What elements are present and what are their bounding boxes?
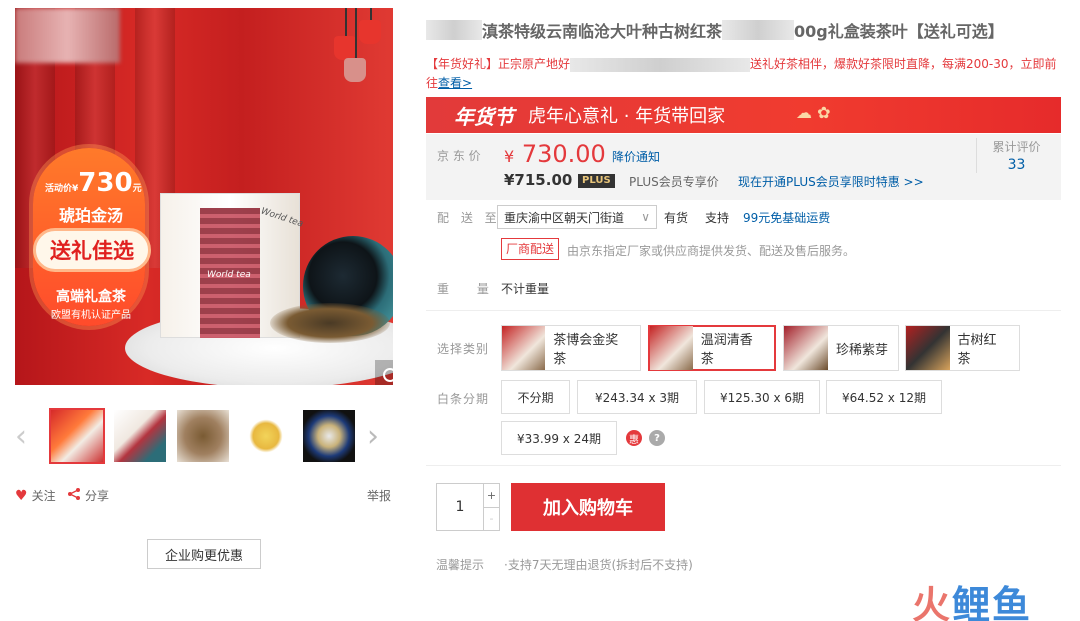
- share-label: 分享: [85, 489, 110, 503]
- main-product-image[interactable]: 活动价¥730元 琥珀金汤 送礼佳选 高端礼盒茶 欧盟有机认证产品 World …: [15, 8, 393, 385]
- blurred-text: [722, 20, 795, 40]
- installment-label: 白条分期: [437, 392, 490, 406]
- variant-thumbnail: [650, 326, 693, 370]
- installment-option[interactable]: 不分期: [501, 380, 570, 414]
- enterprise-purchase-button[interactable]: 企业购更优惠: [147, 539, 261, 569]
- badge-certification: 欧盟有机认证产品: [51, 310, 131, 321]
- variant-thumbnail: [906, 326, 950, 370]
- variant-thumbnail: [784, 326, 828, 370]
- blurred-brand: [426, 20, 482, 40]
- weight-label: 重 量: [437, 282, 501, 296]
- promo-view-link[interactable]: 查看>: [438, 76, 472, 90]
- review-count-box[interactable]: 累计评价 33: [976, 138, 1056, 173]
- heart-icon: ♥: [15, 487, 28, 504]
- tips-text: ·支持7天无理由退货(拆封后不支持): [504, 558, 693, 572]
- discount-icon: 惠: [626, 430, 642, 446]
- price-notice-link[interactable]: 降价通知: [612, 148, 660, 165]
- promo-start: 【年货好礼】正宗原产地好: [426, 57, 571, 71]
- help-icon[interactable]: ?: [649, 430, 665, 446]
- follow-label: 关注: [31, 489, 56, 503]
- free-shipping-link[interactable]: 99元免基础运费: [743, 209, 830, 226]
- badge-price: 活动价¥730元: [45, 168, 142, 198]
- tips-label: 温馨提示: [436, 558, 485, 572]
- support-label: 支持: [705, 211, 730, 225]
- report-link[interactable]: 举报: [367, 487, 391, 504]
- title-text-end: 00g礼盒装茶叶【送礼可选】: [794, 22, 1004, 41]
- lamp-cord: [355, 8, 357, 60]
- cloud-icon: ☁ ✿: [796, 103, 831, 122]
- chevron-right-icon[interactable]: ›: [367, 422, 379, 452]
- share-button[interactable]: 分享: [67, 487, 109, 504]
- weight-value: 不计重量: [501, 282, 550, 296]
- follow-button[interactable]: ♥ 关注: [15, 487, 56, 504]
- chevron-down-icon: ∨: [641, 210, 650, 224]
- banner-logo: 年货节: [454, 104, 514, 129]
- installment-option[interactable]: ¥33.99 x 24期: [501, 421, 617, 455]
- divider: [426, 465, 1061, 466]
- installment-option[interactable]: ¥64.52 x 12期: [826, 380, 942, 414]
- blurred-logo: [15, 8, 120, 63]
- variant-option-selected[interactable]: 温润清香茶: [648, 325, 776, 371]
- variant-option[interactable]: 古树红茶: [905, 325, 1020, 371]
- title-text-middle: 滇茶特级云南临沧大叶种古树红茶: [482, 22, 723, 41]
- review-count: 33: [1007, 157, 1026, 173]
- share-icon: [67, 487, 81, 504]
- quantity-stepper: + -: [436, 483, 500, 531]
- thumbnail[interactable]: [175, 408, 231, 464]
- plus-member-price-label: PLUS会员专享价: [629, 175, 719, 189]
- product-title: 滇茶特级云南临沧大叶种古树红茶 00g礼盒装茶叶【送礼可选】: [426, 18, 1004, 42]
- review-label: 累计评价: [992, 140, 1041, 154]
- product-page: 活动价¥730元 琥珀金汤 送礼佳选 高端礼盒茶 欧盟有机认证产品 World …: [0, 0, 1080, 621]
- badge-subtitle: 高端礼盒茶: [56, 289, 126, 305]
- vendor-delivery-badge: 厂商配送: [501, 238, 560, 260]
- watermark-logo: 火鲤鱼: [912, 583, 1033, 621]
- add-to-cart-button[interactable]: 加入购物车: [511, 483, 665, 531]
- thumbnail[interactable]: [49, 408, 105, 464]
- quantity-decrease-button[interactable]: -: [484, 506, 499, 531]
- tea-leaves: [270, 303, 390, 343]
- installment-option[interactable]: ¥243.34 x 3期: [577, 380, 697, 414]
- lamp-cord: [345, 8, 347, 38]
- gallery-actions: ♥ 关注 分享 举报: [15, 487, 393, 505]
- thumbnail[interactable]: [112, 408, 168, 464]
- price-panel: 京 东 价 ¥ 730.00 降价通知 ¥715.00 PLUS PLUS会员专…: [426, 134, 1061, 200]
- jd-price: ¥ 730.00: [504, 140, 606, 168]
- gift-box-label: World tea: [207, 270, 251, 280]
- divider: [426, 310, 1061, 311]
- address-selector[interactable]: 重庆渝中区朝天门街道 ∨: [497, 205, 657, 229]
- lamp-shade: [334, 36, 356, 60]
- badge-pill: 送礼佳选: [33, 228, 151, 272]
- banner-slogan: 虎年心意礼 · 年货带回家: [528, 106, 726, 127]
- variant-thumbnail: [502, 326, 546, 370]
- variant-label: 选择类别: [437, 342, 490, 356]
- price-label: 京 东 价: [437, 149, 481, 163]
- quantity-input[interactable]: [437, 484, 483, 530]
- promo-text: 【年货好礼】正宗原产地好 送礼好茶相伴，爆款好茶限时直降，每满200-30，立即前…: [426, 55, 1066, 93]
- lamp-shade: [344, 58, 366, 82]
- blurred-text: [570, 57, 751, 72]
- plus-open-link[interactable]: 现在开通PLUS会员享限时特惠 >>: [738, 173, 924, 190]
- plus-price: ¥715.00: [504, 171, 573, 189]
- new-year-banner: 年货节 虎年心意礼 · 年货带回家 ☁ ✿: [426, 97, 1061, 133]
- variant-option[interactable]: 茶博会金奖茶: [501, 325, 641, 371]
- lamp-shade: [359, 20, 381, 44]
- magnifier-icon[interactable]: [375, 360, 393, 385]
- quantity-increase-button[interactable]: +: [484, 484, 499, 507]
- thumbnail[interactable]: [238, 408, 294, 464]
- installment-option[interactable]: ¥125.30 x 6期: [704, 380, 820, 414]
- chevron-left-icon[interactable]: ‹: [15, 422, 27, 452]
- variant-option[interactable]: 珍稀紫芽: [783, 325, 899, 371]
- address-value: 重庆渝中区朝天门街道: [504, 210, 625, 225]
- badge-product-name: 琥珀金汤: [58, 206, 123, 225]
- thumbnail[interactable]: [301, 408, 357, 464]
- ship-label: 配 送 至: [437, 211, 501, 225]
- plus-badge: PLUS: [578, 174, 615, 188]
- lamp-cord: [370, 8, 372, 20]
- thumbnail-strip: ‹ ›: [15, 400, 393, 470]
- vendor-delivery-description: 由京东指定厂家或供应商提供发货、配送及售后服务。: [567, 244, 856, 258]
- stock-status: 有货: [664, 211, 689, 225]
